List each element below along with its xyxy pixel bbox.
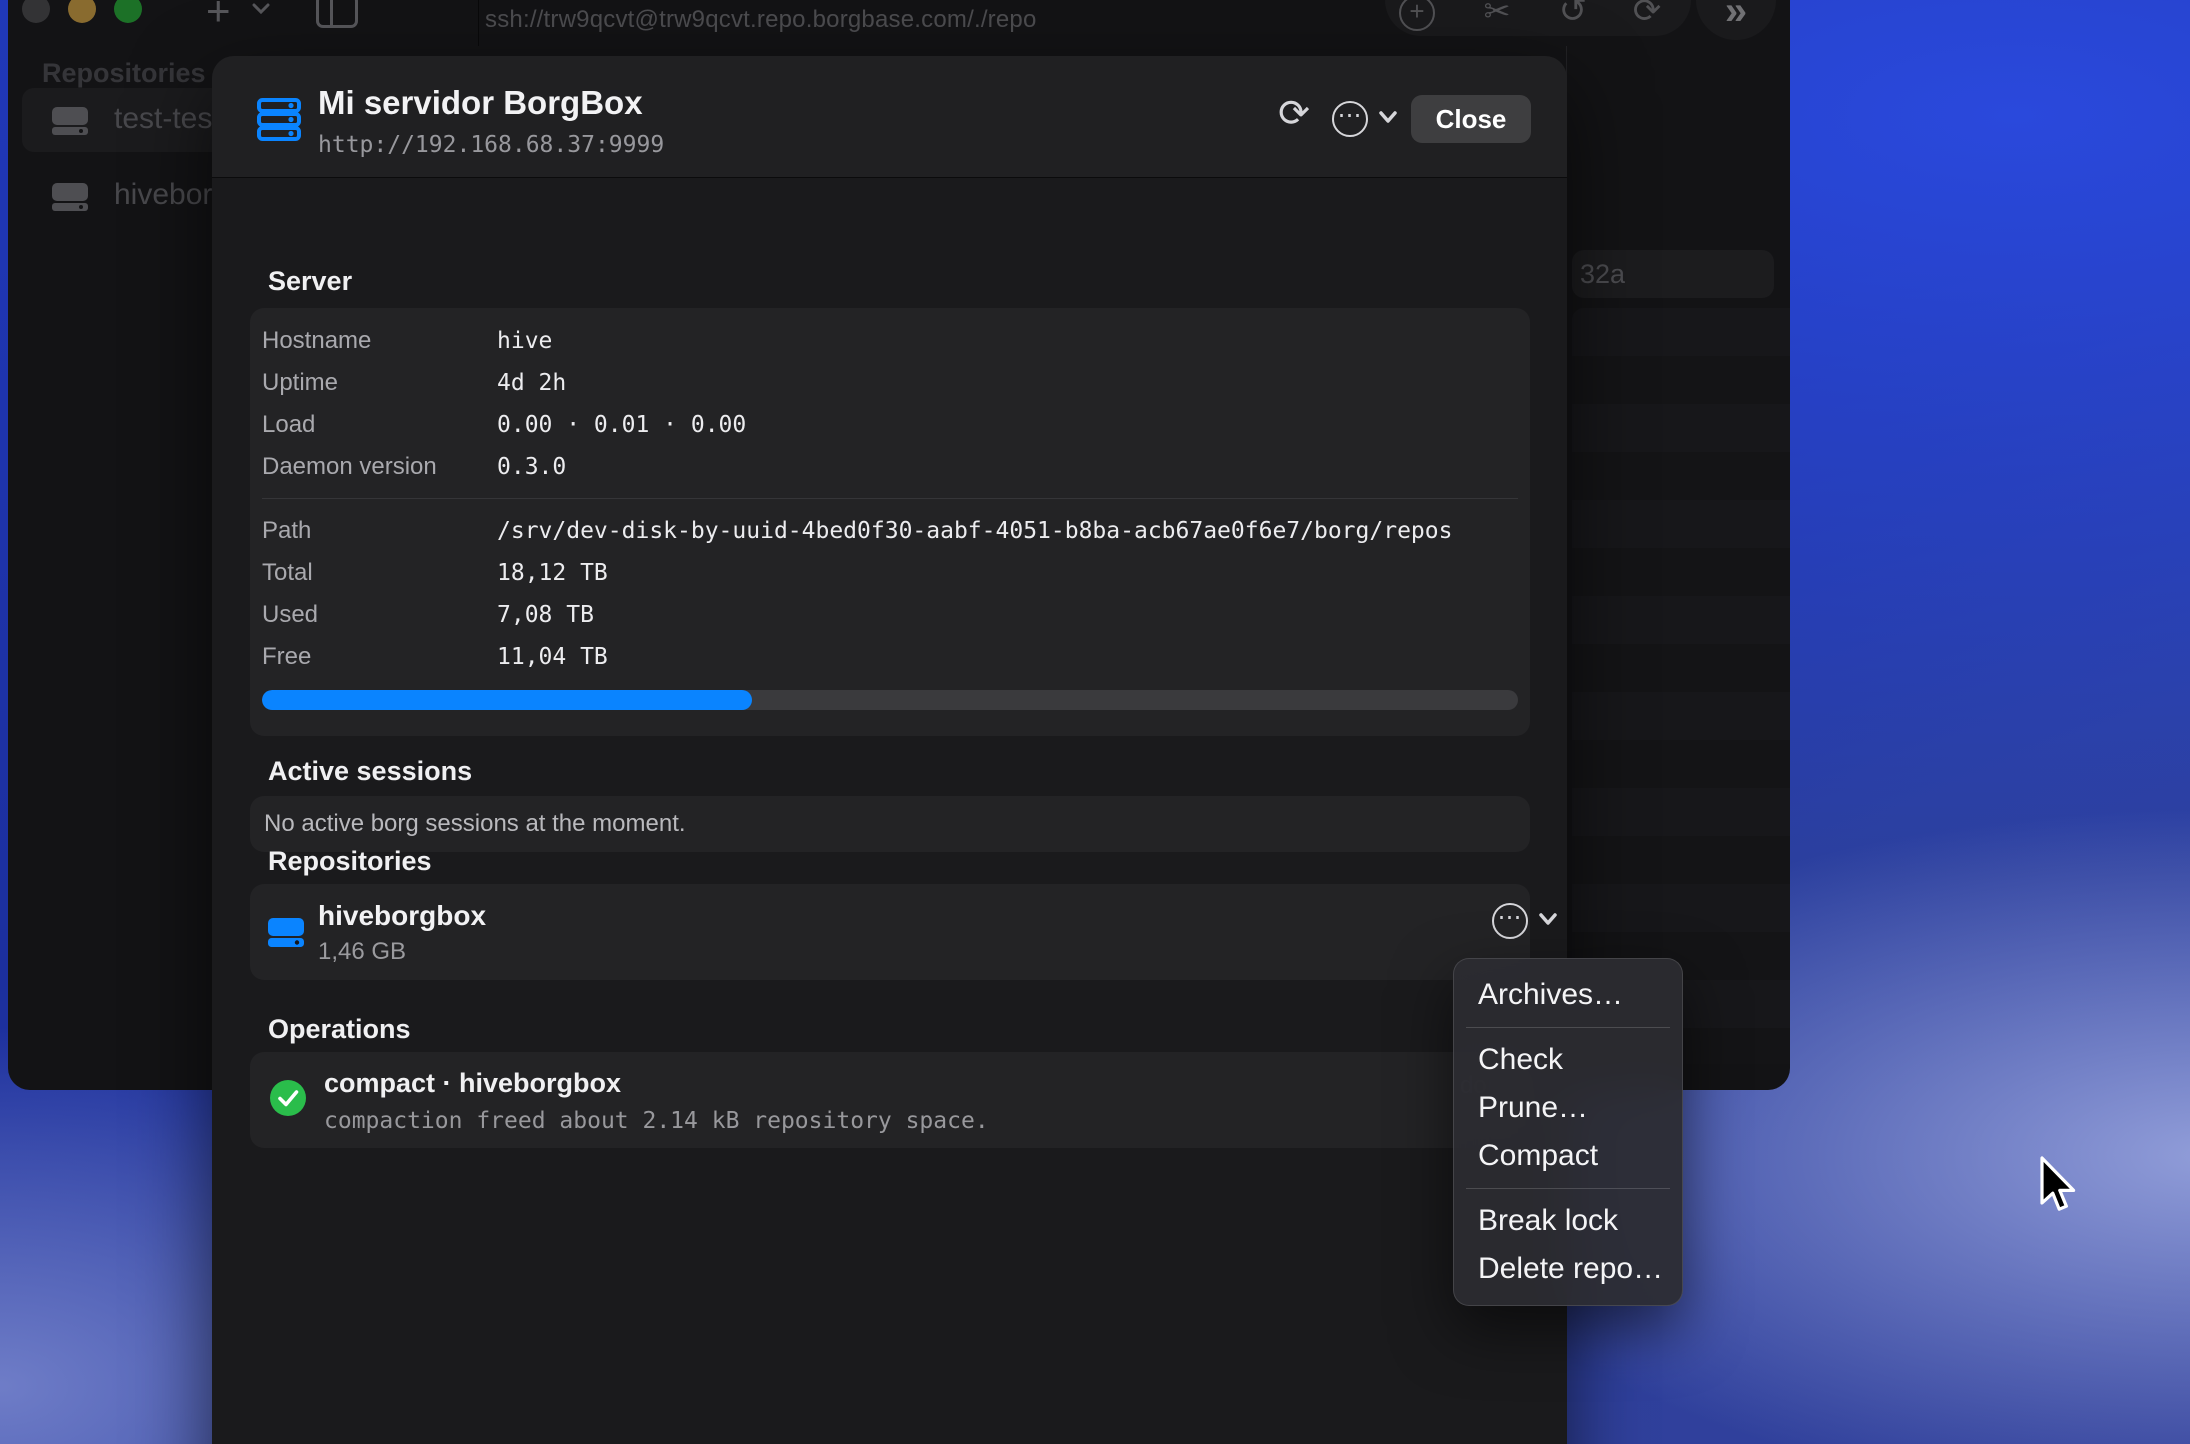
menu-item-compact[interactable]: Compact [1454, 1132, 1682, 1180]
menu-item-archives[interactable]: Archives… [1454, 971, 1682, 1019]
dialog-more-button[interactable]: ⋯ [1332, 100, 1404, 140]
menu-item-delete-repo[interactable]: Delete repo… [1454, 1245, 1682, 1293]
chevron-down-icon [1378, 110, 1398, 124]
dialog-title: Mi servidor BorgBox [318, 84, 643, 122]
server-row-total: Total 18,12 TB [262, 550, 1518, 592]
repositories-card: hiveborgbox 1,46 GB ⋯ [250, 884, 1530, 980]
row-value: 7,08 TB [497, 602, 594, 628]
row-label: Total [262, 559, 313, 587]
menu-item-prune[interactable]: Prune… [1454, 1084, 1682, 1132]
section-title-active-sessions: Active sessions [268, 756, 472, 787]
section-title-server: Server [268, 266, 352, 297]
sessions-empty-text: No active borg sessions at the moment. [264, 810, 686, 838]
row-value: 0.00 · 0.01 · 0.00 [497, 412, 746, 438]
close-button[interactable]: Close [1411, 95, 1531, 143]
menu-item-check[interactable]: Check [1454, 1036, 1682, 1084]
menu-divider [1466, 1027, 1670, 1028]
repo-more-button[interactable]: ⋯ [1492, 902, 1568, 942]
row-value: /srv/dev-disk-by-uuid-4bed0f30-aabf-4051… [497, 518, 1452, 544]
disk-usage-fill [262, 690, 752, 710]
server-row-free: Free 11,04 TB [262, 634, 1518, 676]
server-row-used: Used 7,08 TB [262, 592, 1518, 634]
row-value: 11,04 TB [497, 644, 608, 670]
row-label: Daemon version [262, 453, 437, 481]
row-label: Free [262, 643, 311, 671]
section-title-operations: Operations [268, 1014, 411, 1045]
operation-detail: compaction freed about 2.14 kB repositor… [324, 1108, 989, 1134]
dialog-server-url: http://192.168.68.37:9999 [318, 132, 664, 158]
row-label: Used [262, 601, 318, 629]
row-value: hive [497, 328, 552, 354]
mouse-cursor [2034, 1156, 2080, 1216]
row-label: Load [262, 411, 315, 439]
section-title-repositories: Repositories [268, 846, 432, 877]
server-rack-icon [256, 96, 302, 144]
menu-item-break-lock[interactable]: Break lock [1454, 1197, 1682, 1245]
sessions-card: No active borg sessions at the moment. [250, 796, 1530, 852]
row-value: 4d 2h [497, 370, 566, 396]
success-check-icon [270, 1080, 306, 1116]
server-card: Hostname hive Uptime 4d 2h Load 0.00 · 0… [250, 308, 1530, 736]
repo-context-menu: Archives… Check Prune… Compact Break loc… [1453, 958, 1683, 1306]
drive-icon [266, 914, 306, 950]
desktop: + ssh://trw9qcvt@trw9qcvt.repo.borgbase.… [0, 0, 2190, 1444]
chevron-down-icon [1538, 912, 1558, 926]
repo-size: 1,46 GB [318, 938, 406, 966]
server-row-path: Path /srv/dev-disk-by-uuid-4bed0f30-aabf… [262, 508, 1518, 550]
server-row-uptime: Uptime 4d 2h [262, 360, 1518, 402]
ellipsis-circle-icon: ⋯ [1332, 101, 1368, 137]
disk-usage-bar [262, 690, 1518, 710]
repo-name[interactable]: hiveborgbox [318, 900, 486, 932]
card-divider [262, 498, 1518, 499]
row-label: Uptime [262, 369, 338, 397]
server-row-daemon-version: Daemon version 0.3.0 [262, 444, 1518, 486]
server-dialog: Mi servidor BorgBox http://192.168.68.37… [212, 56, 1567, 1444]
row-label: Path [262, 517, 311, 545]
row-label: Hostname [262, 327, 371, 355]
row-value: 18,12 TB [497, 560, 608, 586]
operation-title: compact · hiveborgbox [324, 1068, 621, 1099]
ellipsis-circle-icon: ⋯ [1492, 903, 1528, 939]
server-row-hostname: Hostname hive [262, 318, 1518, 360]
menu-divider [1466, 1188, 1670, 1189]
server-row-load: Load 0.00 · 0.01 · 0.00 [262, 402, 1518, 444]
row-value: 0.3.0 [497, 454, 566, 480]
dialog-refresh-icon[interactable]: ⟳ [1270, 90, 1318, 138]
dialog-header-divider [212, 177, 1567, 178]
operations-card: compact · hiveborgbox compaction freed a… [250, 1052, 1530, 1148]
